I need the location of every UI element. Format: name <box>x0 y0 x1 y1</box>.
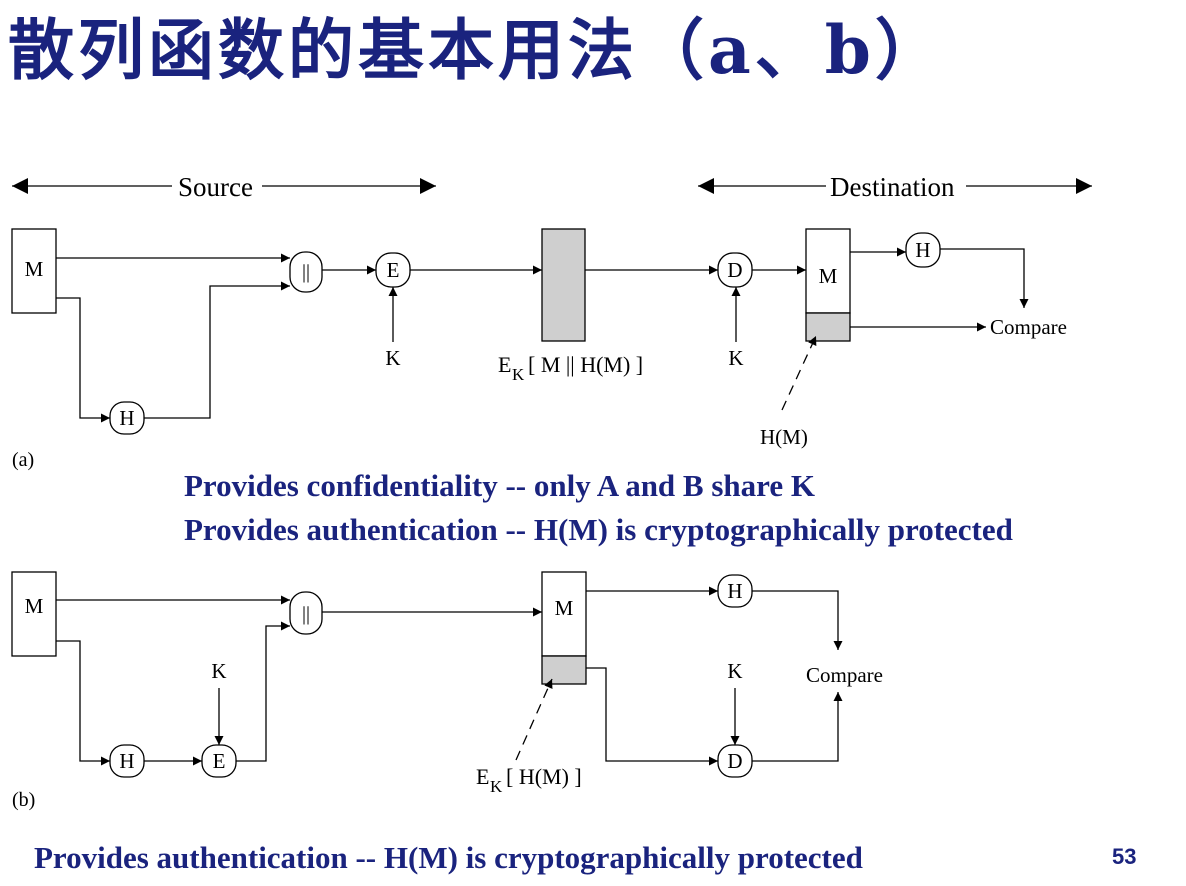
page-number: 53 <box>1112 844 1137 869</box>
b-key-label: K <box>211 659 226 683</box>
b-enc-hash-sub: K <box>490 777 503 796</box>
a-cipher-label-prefix: E <box>498 352 511 377</box>
a-cipher-label-body: [ M || H(M) ] <box>528 352 643 377</box>
a-ciphertext-block <box>541 228 586 342</box>
caption-authentication-a: Provides authentication -- H(M) is crypt… <box>184 512 1013 547</box>
caption-confidentiality: Provides confidentiality -- only A and B… <box>184 468 815 503</box>
b-concat-label: || <box>302 603 310 625</box>
b-received-message-label: M <box>555 596 574 620</box>
a-key-label: K <box>385 346 400 370</box>
a-dest-key-label: K <box>728 346 743 370</box>
a-received-hash-block <box>805 312 851 342</box>
b-enc-hash-to-decrypt-arrow <box>586 667 718 766</box>
b-message-to-hash-arrow <box>56 640 110 766</box>
hash-usage-diagram: Source Destination M H || E K D K M H Co… <box>11 172 1092 811</box>
caption-authentication-b: Provides authentication -- H(M) is crypt… <box>34 840 863 875</box>
diagram-b <box>11 571 843 778</box>
b-figure-label: (b) <box>12 789 35 811</box>
diagram-b-labels: M H E K || M H D K Compare E K [ H(M) ] … <box>12 579 883 811</box>
diagram-a-labels: Source Destination M H || E K D K M H Co… <box>12 172 1067 471</box>
a-concat-label: || <box>302 261 310 283</box>
a-hash-label: H <box>119 406 134 430</box>
a-compare-label: Compare <box>990 315 1067 339</box>
b-enc-hash-body: [ H(M) ] <box>506 764 582 789</box>
a-decrypt-label: D <box>727 258 742 282</box>
a-dest-hash-to-compare-arrow <box>940 248 1029 308</box>
b-dest-hash-to-compare-arrow <box>752 590 843 650</box>
a-message-label: M <box>25 257 44 281</box>
a-received-hash-label: H(M) <box>760 425 808 449</box>
b-dest-hash-label: H <box>727 579 742 603</box>
destination-label: Destination <box>830 172 955 202</box>
b-enc-hash-pointer <box>515 678 553 761</box>
b-received-enc-hash-block <box>541 655 587 685</box>
b-hash-label: H <box>119 749 134 773</box>
source-label: Source <box>178 172 253 202</box>
b-message-label: M <box>25 594 44 618</box>
b-encrypt-label: E <box>213 749 226 773</box>
b-decrypt-to-compare-arrow <box>752 692 843 762</box>
b-dest-key-label: K <box>727 659 742 683</box>
diagram-a <box>11 178 1092 435</box>
a-hash-to-concat-arrow <box>144 281 290 419</box>
slide: 散列函数的基本用法（a、b） Source Destination M H ||… <box>0 0 1186 886</box>
a-cipher-label-sub: K <box>512 365 525 384</box>
a-encrypt-label: E <box>387 258 400 282</box>
a-received-message-label: M <box>819 264 838 288</box>
a-hm-pointer <box>781 335 817 411</box>
a-message-to-hash-arrow <box>56 297 110 423</box>
b-enc-hash-prefix: E <box>476 764 489 789</box>
a-figure-label: (a) <box>12 449 34 471</box>
b-encrypt-to-concat-arrow <box>236 621 290 762</box>
b-decrypt-label: D <box>727 749 742 773</box>
a-dest-hash-label: H <box>915 238 930 262</box>
b-compare-label: Compare <box>806 663 883 687</box>
